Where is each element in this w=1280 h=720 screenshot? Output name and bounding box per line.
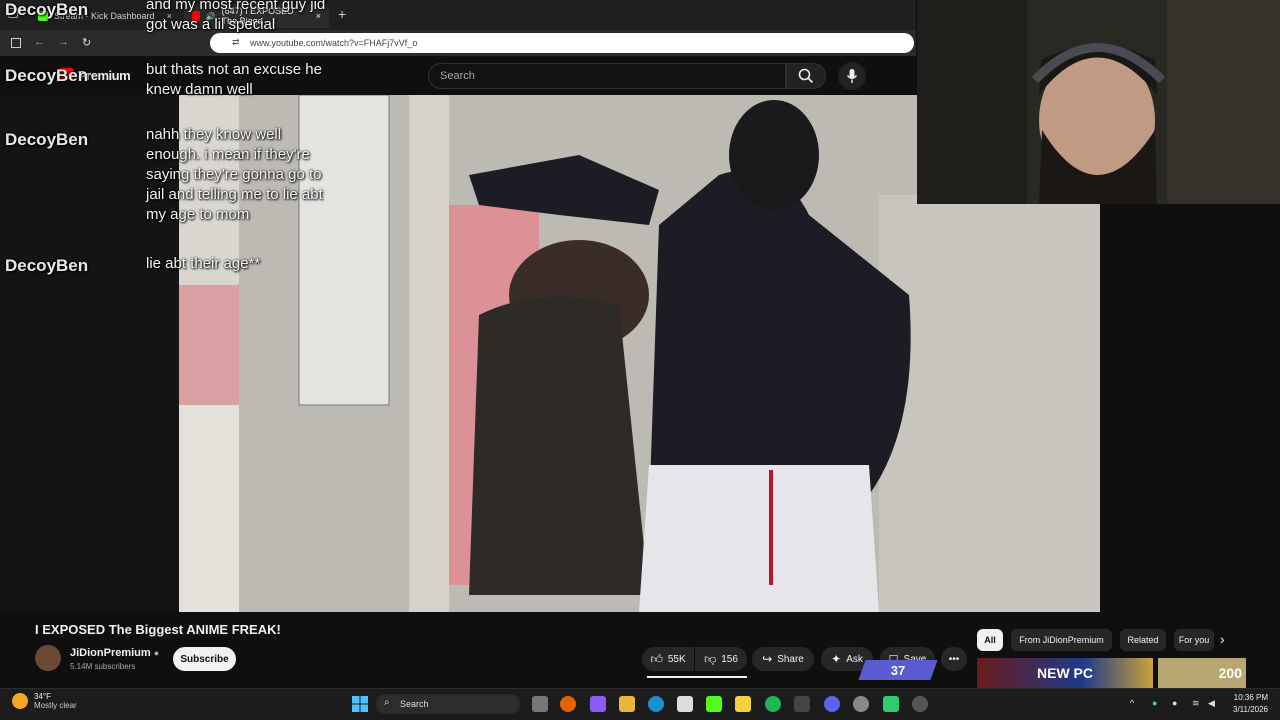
badge-count: 37 bbox=[890, 662, 906, 678]
store-icon[interactable] bbox=[677, 696, 693, 712]
dislike-count: 156 bbox=[721, 653, 738, 665]
chat-username: DecoyBen bbox=[5, 256, 89, 275]
sparkle-icon: ✦ bbox=[831, 652, 842, 666]
chat-message: nahh they know well enough. i mean if th… bbox=[146, 126, 323, 223]
chip-related[interactable]: Related bbox=[1120, 629, 1166, 651]
webcam-overlay bbox=[917, 0, 1280, 204]
app-icon[interactable] bbox=[912, 696, 928, 712]
thumbnail-text: 200 bbox=[1218, 665, 1242, 681]
url-field[interactable]: ⇄ www.youtube.com/watch?v=FHAFj7vVf_o bbox=[210, 33, 914, 53]
back-icon[interactable]: ← bbox=[34, 36, 45, 48]
like-ratio-bar bbox=[647, 676, 747, 678]
chat-username: DecoyBen bbox=[5, 0, 89, 19]
chevron-up-icon[interactable]: ^ bbox=[1130, 698, 1134, 708]
like-count: 55K bbox=[667, 653, 686, 665]
thumbs-up-icon: 👍︎ bbox=[650, 651, 663, 666]
task-view-icon[interactable] bbox=[532, 696, 548, 712]
weather-icon bbox=[12, 693, 28, 709]
share-label: Share bbox=[777, 653, 804, 665]
app-icon[interactable] bbox=[794, 696, 810, 712]
more-actions-button[interactable]: ••• bbox=[941, 647, 967, 671]
like-button[interactable]: 👍︎ 55K bbox=[642, 647, 694, 671]
verified-icon: ● bbox=[153, 648, 160, 658]
chip-for-you[interactable]: For you bbox=[1174, 629, 1214, 651]
search-icon bbox=[798, 68, 814, 84]
app-icon[interactable] bbox=[883, 696, 899, 712]
chat-message: and my most recent guy jid got was a lil… bbox=[146, 0, 326, 33]
thumbs-down-icon: 👎︎ bbox=[704, 651, 717, 666]
windows-start-icon[interactable] bbox=[352, 696, 368, 712]
kick-icon[interactable] bbox=[706, 696, 722, 712]
volume-icon[interactable]: ◀ bbox=[1208, 698, 1215, 709]
chat-username: DecoyBen bbox=[5, 130, 89, 149]
url-text: www.youtube.com/watch?v=FHAFj7vVf_o bbox=[250, 38, 418, 48]
voice-search-button[interactable] bbox=[838, 62, 866, 90]
microphone-icon[interactable]: ● bbox=[1172, 698, 1177, 708]
chip-all[interactable]: All bbox=[977, 629, 1003, 651]
site-settings-icon[interactable]: ⇄ bbox=[232, 37, 240, 48]
search-button[interactable] bbox=[786, 63, 826, 89]
sidebar-toggle-icon[interactable] bbox=[11, 38, 21, 48]
file-explorer-icon[interactable] bbox=[619, 696, 635, 712]
copilot-icon[interactable] bbox=[590, 696, 606, 712]
clock[interactable]: 10:36 PM 3/11/2026 bbox=[1222, 692, 1268, 716]
taskbar-search[interactable]: ⌕ Search bbox=[376, 694, 520, 714]
microphone-icon bbox=[846, 69, 858, 83]
clock-date: 3/11/2026 bbox=[1233, 705, 1268, 714]
channel-avatar[interactable] bbox=[35, 645, 61, 671]
chat-username: DecoyBen bbox=[5, 66, 89, 85]
weather-widget[interactable]: 34°F Mostly clear bbox=[12, 692, 77, 710]
forward-icon[interactable]: → bbox=[58, 36, 69, 48]
share-button[interactable]: ↪ Share bbox=[752, 647, 814, 671]
browser-tab-bar: Stream - Kick Dashboard × 🔊 (647) I EXPO… bbox=[0, 0, 916, 30]
weather-temperature: 34°F bbox=[34, 692, 51, 701]
edge-icon[interactable] bbox=[648, 696, 664, 712]
wifi-icon[interactable]: ≋ bbox=[1192, 698, 1200, 709]
obs-icon[interactable] bbox=[853, 696, 869, 712]
security-icon[interactable]: ● bbox=[1152, 698, 1157, 708]
taskbar-search-label: Search bbox=[400, 699, 429, 709]
chat-message: but thats not an excuse he knew damn wel… bbox=[146, 61, 322, 98]
recommended-video-thumbnail[interactable]: NEW PC bbox=[977, 658, 1153, 688]
stream-badge: 37 bbox=[858, 660, 938, 680]
sticky-notes-icon[interactable] bbox=[735, 696, 751, 712]
chip-from-channel[interactable]: From JiDionPremium bbox=[1011, 629, 1112, 651]
share-icon: ↪ bbox=[762, 652, 773, 666]
chevron-right-icon[interactable]: › bbox=[1220, 631, 1225, 647]
spotify-icon[interactable] bbox=[765, 696, 781, 712]
clock-time: 10:36 PM bbox=[1233, 693, 1268, 702]
chat-message: lie abt their age** bbox=[146, 255, 261, 272]
weather-description: Mostly clear bbox=[34, 701, 77, 710]
reload-icon[interactable]: ↻ bbox=[82, 36, 91, 49]
ask-label: Ask bbox=[846, 653, 863, 665]
recommended-video-thumbnail[interactable]: 200 bbox=[1158, 658, 1246, 688]
taskbar bbox=[0, 688, 1280, 720]
search-icon: ⌕ bbox=[384, 697, 390, 708]
search-input[interactable]: Search bbox=[428, 63, 786, 89]
channel-name-text: JiDionPremium bbox=[70, 647, 151, 659]
thumbnail-text: NEW PC bbox=[1037, 665, 1093, 681]
video-title: I EXPOSED The Biggest ANIME FREAK! bbox=[35, 622, 281, 637]
channel-name[interactable]: JiDionPremium ● bbox=[70, 647, 159, 659]
subscribe-button[interactable]: Subscribe bbox=[173, 647, 236, 671]
subscriber-count: 5.14M subscribers bbox=[70, 662, 136, 671]
webcam-image bbox=[917, 0, 1280, 204]
firefox-icon[interactable] bbox=[560, 696, 576, 712]
dislike-button[interactable]: 👎︎ 156 bbox=[695, 647, 747, 671]
discord-icon[interactable] bbox=[824, 696, 840, 712]
new-tab-button[interactable]: + bbox=[338, 6, 346, 22]
